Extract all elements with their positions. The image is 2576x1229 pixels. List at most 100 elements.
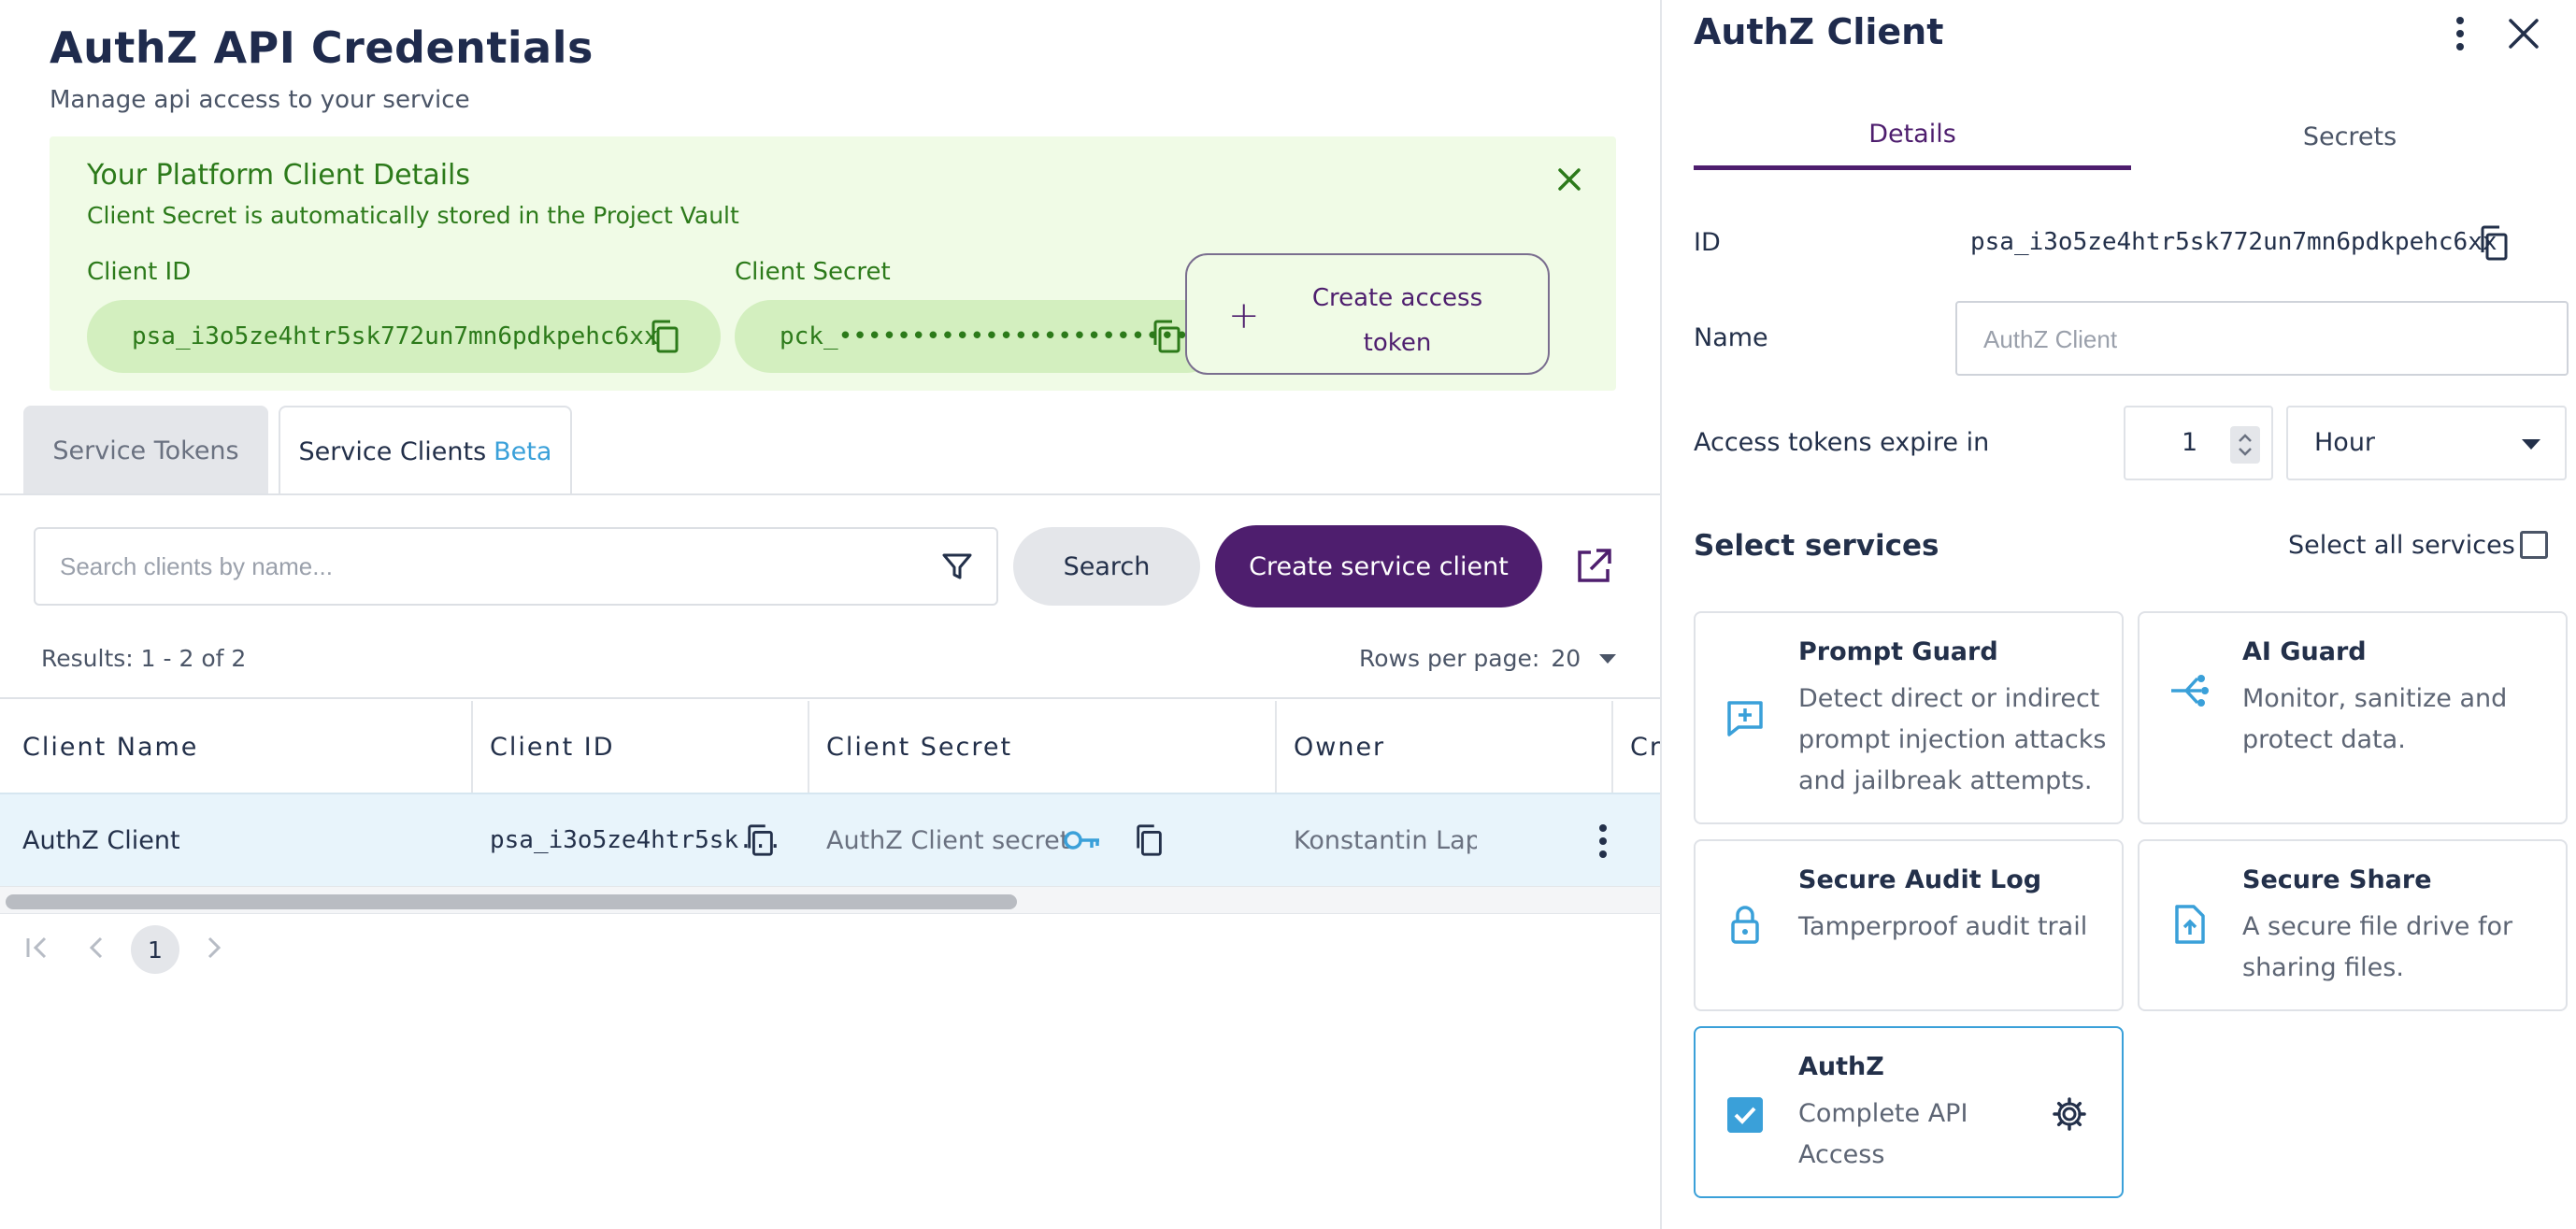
service-title: Secure Share [2242,865,2432,894]
client-secret-pill: pck_••••••••••••••••••••••••••••e3oj [735,300,1307,373]
tab-details[interactable]: Details [1694,103,2131,170]
copy-client-id-icon[interactable] [648,319,683,354]
column-divider [808,701,809,793]
column-divider [1275,701,1277,793]
more-options-icon[interactable] [2443,13,2477,54]
banner-subtitle: Client Secret is automatically stored in… [87,202,739,229]
rows-per-page-select[interactable]: Rows per page: 20 [1359,645,1617,672]
tab-service-clients-label: Service Clients [298,436,487,466]
name-field [1955,301,2569,376]
chevron-left-icon[interactable] [77,923,118,972]
dropdown-arrow-icon [1599,653,1617,664]
expire-unit-value: Hour [2314,428,2376,457]
client-id-value: psa_i3o5ze4htr5sk772un7mn6pdkpehc6xx [132,322,659,350]
create-access-token-button[interactable]: + Create access token [1185,253,1550,375]
expire-quantity-value: 1 [2182,428,2198,457]
column-divider [471,701,473,793]
client-secret-label: Client Secret [735,258,891,286]
banner-title: Your Platform Client Details [87,159,471,192]
create-access-token-label: Create access token [1311,284,1483,357]
search-button[interactable]: Search [1013,527,1200,606]
expire-label: Access tokens expire in [1694,428,1990,457]
service-card-prompt-guard[interactable]: Prompt Guard Detect direct or indirect p… [1694,611,2124,824]
stepper-arrows-icon[interactable] [2230,426,2260,464]
column-header-client-name[interactable]: Client Name [22,733,198,762]
scrollbar-thumb[interactable] [6,894,1017,909]
id-label: ID [1694,228,1721,257]
select-all-checkbox[interactable] [2520,531,2548,559]
page-title: AuthZ API Credentials [50,22,594,73]
cell-client-name: AuthZ Client [22,826,180,855]
service-title: AI Guard [2242,637,2367,666]
column-header-client-secret[interactable]: Client Secret [826,733,1012,762]
service-description: Complete API Access [1798,1099,1968,1169]
cell-client-secret: AuthZ Client secret [826,826,1070,855]
page-number-button[interactable]: 1 [131,925,179,974]
credentials-page: AuthZ API Credentials Manage api access … [0,0,1660,1229]
services-heading: Select services [1694,529,1939,563]
plus-icon: + [1228,294,1260,337]
client-details-banner: Your Platform Client Details Client Secr… [50,136,1616,391]
service-card-secure-share[interactable]: Secure Share A secure file drive for sha… [2138,839,2568,1011]
page-subtitle: Manage api access to your service [50,86,470,114]
id-value: psa_i3o5ze4htr5sk772un7mn6pdkpehc6xx [1970,228,2497,256]
tab-service-tokens[interactable]: Service Tokens [23,406,268,495]
client-id-label: Client ID [87,258,192,286]
column-divider [1611,701,1613,793]
file-upload-icon [2175,905,2205,944]
client-id-pill: psa_i3o5ze4htr5sk772un7mn6pdkpehc6xx [87,300,721,373]
row-more-options-icon[interactable] [1589,821,1617,862]
expire-unit-select[interactable]: Hour [2286,406,2567,480]
service-description: Detect direct or indirect prompt injecti… [1798,684,2107,795]
column-header-client-id[interactable]: Client ID [490,733,615,762]
service-description: A secure file drive for sharing files. [2242,912,2513,982]
prompt-guard-icon [1727,701,1763,736]
chevron-right-icon[interactable] [193,923,234,972]
beta-badge: Beta [494,436,552,466]
name-input[interactable] [1983,320,2544,359]
name-label: Name [1694,323,1768,352]
service-title: Prompt Guard [1798,637,1998,666]
gear-icon[interactable] [2051,1095,2088,1133]
column-header-owner[interactable]: Owner [1294,733,1385,762]
copy-client-id-icon[interactable] [744,822,778,858]
drawer-title: AuthZ Client [1694,11,1944,52]
rows-per-page-label: Rows per page: [1359,645,1540,672]
copy-client-secret-icon[interactable] [1150,319,1185,354]
copy-id-icon[interactable] [2477,224,2512,262]
rows-per-page-value: 20 [1551,645,1581,672]
create-service-client-button[interactable]: Create service client [1215,525,1542,607]
service-card-ai-guard[interactable]: AI Guard Monitor, sanitize and protect d… [2138,611,2568,824]
filter-icon[interactable] [938,548,976,585]
service-description: Tamperproof audit trail [1798,912,2088,941]
service-card-secure-audit-log[interactable]: Secure Audit Log Tamperproof audit trail [1694,839,2124,1011]
search-input[interactable] [60,546,901,587]
cell-client-id: psa_i3o5ze4htr5sk... [490,826,783,854]
horizontal-scrollbar[interactable] [0,886,1660,914]
lock-icon [1731,906,1759,944]
tabs-divider [0,493,1660,495]
key-icon[interactable] [1062,822,1103,858]
column-header-created[interactable]: Cr [1630,733,1662,762]
table-row[interactable]: AuthZ Client psa_i3o5ze4htr5sk... AuthZ … [0,793,1660,886]
banner-close-icon[interactable] [1551,161,1588,198]
checkbox-checked-icon[interactable] [1727,1097,1763,1133]
tab-service-tokens-label: Service Tokens [52,436,239,465]
copy-client-secret-icon[interactable] [1133,822,1166,858]
close-icon[interactable] [2503,13,2544,54]
search-field [34,527,998,606]
service-description: Monitor, sanitize and protect data. [2242,684,2508,754]
tab-service-clients[interactable]: Service Clients Beta [279,406,572,495]
select-all-label: Select all services [2288,531,2515,560]
service-title: Secure Audit Log [1798,865,2042,894]
ai-guard-icon [2171,675,2209,707]
open-in-new-icon[interactable] [1574,547,1613,586]
service-card-authz[interactable]: AuthZ Complete API Access [1694,1026,2124,1198]
service-title: AuthZ [1798,1052,1884,1081]
expire-quantity-stepper[interactable]: 1 [2124,406,2273,480]
cell-owner: Konstantin Lap [1294,826,1477,855]
client-detail-drawer: AuthZ Client Details Secrets ID psa_i3o5… [1660,0,2576,1229]
first-page-icon[interactable] [17,923,58,972]
tab-secrets[interactable]: Secrets [2131,103,2569,170]
results-summary: Results: 1 - 2 of 2 [41,645,247,672]
